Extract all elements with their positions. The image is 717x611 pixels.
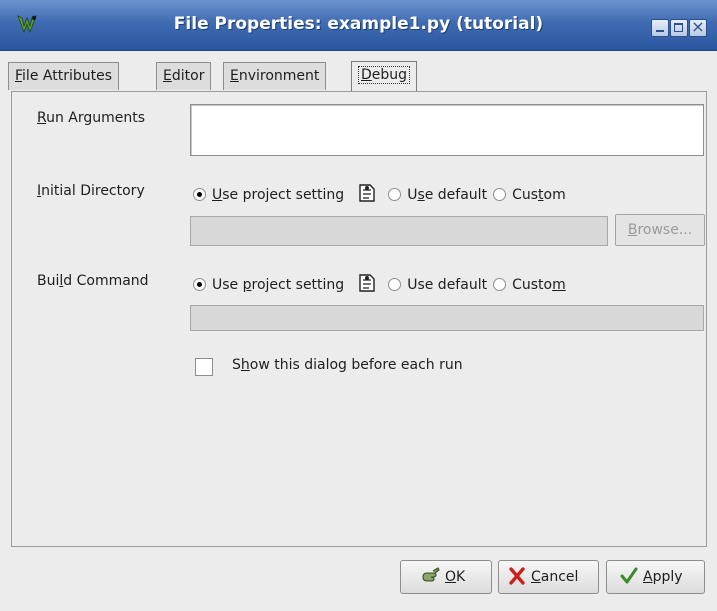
show-dialog-checkbox[interactable] xyxy=(195,358,213,376)
cancel-button[interactable]: Cancel xyxy=(498,560,599,594)
run-arguments-input[interactable] xyxy=(190,104,704,156)
radio-unchecked-icon xyxy=(493,188,507,201)
build-command-options: Use project setting Use default Custom xyxy=(193,272,572,294)
run-arguments-label: Run Arguments xyxy=(37,110,146,126)
tab-file-attributes[interactable]: File Attributes xyxy=(8,62,120,90)
window-title: File Properties: example1.py (tutorial) xyxy=(173,14,544,34)
maximize-button[interactable] xyxy=(670,19,688,37)
initial-directory-label: Initial Directory xyxy=(37,183,145,199)
tab-file-attributes-label: ile Attributes xyxy=(22,68,113,84)
tab-debug[interactable]: Debug xyxy=(351,61,418,91)
radio-unchecked-icon xyxy=(493,278,507,291)
build-cmd-custom-radio[interactable]: Custom xyxy=(493,277,566,293)
tab-environment-label: nvironment xyxy=(238,68,320,84)
show-dialog-label[interactable]: Show this dialog before each run xyxy=(232,357,463,373)
red-x-icon xyxy=(509,567,525,585)
tab-environment[interactable]: Environment xyxy=(223,62,327,90)
apply-button[interactable]: Apply xyxy=(606,560,705,594)
initial-dir-custom-radio[interactable]: Custom xyxy=(493,187,566,203)
browse-button[interactable]: Browse... xyxy=(615,214,705,246)
initial-directory-options: Use project setting Use default Custom xyxy=(193,182,572,204)
radio-unchecked-icon xyxy=(388,278,402,291)
tab-environment-mnemonic: E xyxy=(230,68,239,84)
build-cmd-default-radio[interactable]: Use default xyxy=(388,277,487,293)
tab-editor-mnemonic: E xyxy=(163,68,172,84)
build-command-label: Build Command xyxy=(37,273,149,289)
build-command-field[interactable] xyxy=(190,305,704,331)
window-titlebar[interactable]: File Properties: example1.py (tutorial) xyxy=(0,0,717,51)
tab-file-attributes-mnemonic: F xyxy=(15,68,23,84)
ok-hand-icon xyxy=(422,567,440,582)
tab-editor[interactable]: Editor xyxy=(156,62,212,90)
build-cmd-project-radio[interactable]: Use project setting xyxy=(193,277,344,293)
initial-directory-path-field[interactable] xyxy=(190,216,608,246)
tab-debug-label: Debug xyxy=(358,66,411,84)
close-button[interactable] xyxy=(689,17,707,37)
radio-unchecked-icon xyxy=(388,188,402,201)
radio-checked-icon xyxy=(193,188,206,201)
project-setting-icon[interactable] xyxy=(356,272,378,294)
initial-dir-default-radio[interactable]: Use default xyxy=(388,187,487,203)
initial-dir-project-radio[interactable]: Use project setting xyxy=(193,187,344,203)
radio-checked-icon xyxy=(193,278,206,291)
minimize-button[interactable] xyxy=(651,19,669,37)
project-setting-icon[interactable] xyxy=(356,182,378,204)
ok-button[interactable]: OK xyxy=(400,560,492,594)
tab-editor-label: ditor xyxy=(171,68,205,84)
green-check-icon xyxy=(620,567,638,584)
